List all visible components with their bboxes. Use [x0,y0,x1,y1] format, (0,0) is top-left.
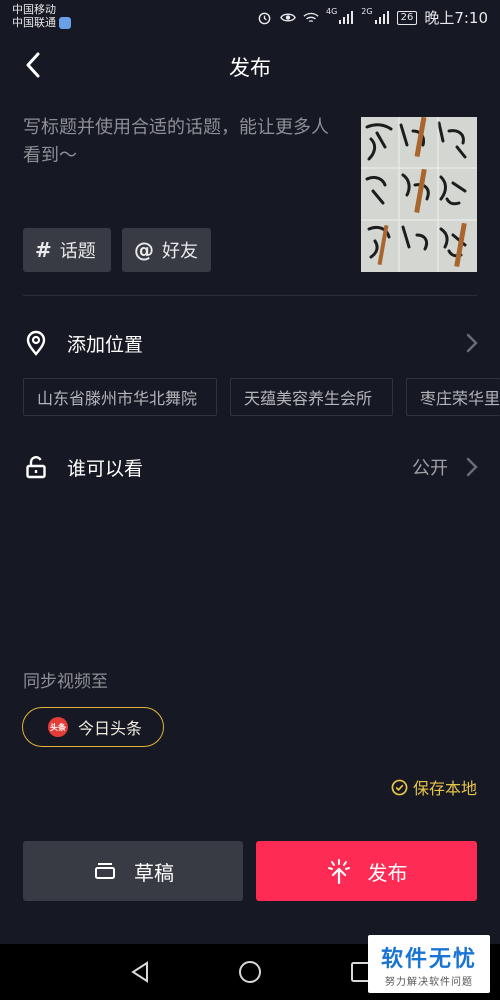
toutiao-sync-toggle[interactable]: 头条 今日头条 [22,707,164,747]
carrier-info: 中国移动 中国联通 [12,3,71,29]
calligraphy-image [361,117,477,272]
add-location-row[interactable]: 添加位置 [0,318,500,368]
status-icons: 4G 2G 26 晚上7:10 [257,7,488,28]
publish-button[interactable]: 发布 [256,841,477,901]
chevron-right-icon [466,457,478,477]
hashtag-icon: # [35,238,52,262]
clock: 晚上7:10 [424,9,488,27]
sync-section-title: 同步视频至 [23,672,108,692]
eye-icon [280,10,296,26]
location-suggestion[interactable]: 山东省滕州市华北舞院 [23,378,217,416]
caption-input[interactable]: 写标题并使用合适的话题，能让更多人看到～ [23,114,343,170]
draft-button[interactable]: 草稿 [23,841,243,901]
alarm-icon [257,10,273,26]
topic-chip-label: 话题 [59,241,96,262]
visibility-value: 公开 [412,458,448,479]
unlock-icon [23,454,49,480]
site-watermark: 软件无忧 努力解决软件问题 [368,935,490,993]
battery-indicator: 26 [396,10,418,25]
publish-button-label: 发布 [367,860,408,885]
page-title: 发布 [229,56,271,80]
toutiao-logo-icon: 头条 [48,717,68,737]
visibility-row[interactable]: 谁可以看 公开 [0,442,500,492]
save-local-label: 保存本地 [412,779,477,798]
video-cover-thumbnail[interactable] [361,117,477,272]
toutiao-label: 今日头条 [78,719,143,738]
draft-box-icon [92,858,118,884]
visibility-label: 谁可以看 [67,457,144,480]
carrier-2: 中国联通 [12,16,56,29]
add-location-label: 添加位置 [67,333,144,356]
topic-chip[interactable]: # 话题 [23,228,111,272]
location-pin-icon [23,330,49,356]
publish-spark-icon [326,858,352,884]
draft-button-label: 草稿 [134,860,174,885]
watermark-subtitle: 努力解决软件问题 [385,976,473,988]
signal-2-label: 2G [361,7,373,16]
header-bar: 发布 [0,36,500,94]
check-circle-icon [391,779,408,795]
carrier-app-icon [59,16,71,29]
nav-home-icon[interactable] [237,959,263,985]
divider [23,295,477,296]
mention-friend-chip-label: 好友 [162,241,198,262]
watermark-title: 软件无忧 [380,946,477,972]
signal-1-icon [338,10,354,26]
wifi-icon [303,10,319,26]
nav-back-icon[interactable] [127,959,153,985]
location-suggestion[interactable]: 天蕴美容养生会所 [230,378,393,416]
location-suggestion[interactable]: 枣庄荣华里 [406,378,500,416]
save-local-checkbox[interactable]: 保存本地 [391,775,477,799]
chevron-right-icon [466,333,478,353]
signal-1-label: 4G [325,7,338,16]
signal-2-icon [374,10,390,26]
at-icon: @ [134,238,154,262]
status-bar: 中国移动 中国联通 4G 2G 26 晚上7:10 [0,0,500,34]
carrier-1: 中国移动 [12,3,56,16]
mention-friend-chip[interactable]: @ 好友 [122,228,211,272]
